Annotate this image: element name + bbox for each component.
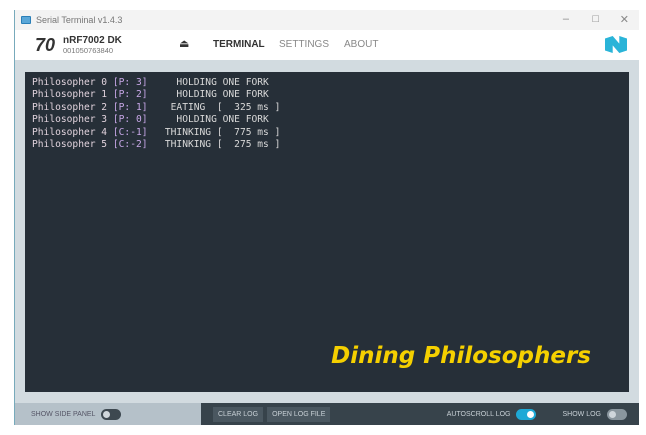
terminal-line-name: Philosopher 4 bbox=[32, 126, 108, 138]
close-button[interactable]: ✕ bbox=[620, 13, 629, 26]
tab-terminal[interactable]: TERMINAL bbox=[213, 39, 265, 50]
terminal-line-state: EATING [ 325 ms ] bbox=[153, 101, 281, 113]
maximize-button[interactable]: □ bbox=[592, 13, 599, 25]
show-side-panel-toggle[interactable] bbox=[101, 408, 122, 420]
terminal-line-name: Philosopher 1 bbox=[32, 89, 108, 101]
app-header: 70 nRF7002 DK 001050763840 ⏏ TERMINAL SE… bbox=[15, 30, 639, 60]
autoscroll-log-toggle[interactable] bbox=[516, 408, 537, 420]
device-serial: 001050763840 bbox=[63, 46, 114, 55]
device-name: nRF7002 DK bbox=[63, 35, 122, 46]
terminal-line: Philosopher 2 [P: 1] EATING [ 325 ms ] bbox=[32, 102, 622, 114]
tab-settings[interactable]: SETTINGS bbox=[279, 39, 329, 50]
terminal-line-tag: [P: 0] bbox=[112, 114, 148, 126]
terminal-line-state: THINKING [ 775 ms ] bbox=[153, 126, 281, 138]
terminal-line-name: Philosopher 2 bbox=[32, 101, 108, 113]
device-logo: 70 bbox=[35, 35, 56, 55]
autoscroll-log-label: Autoscroll log bbox=[446, 410, 511, 418]
terminal-line-tag: [C:-2] bbox=[112, 139, 148, 151]
show-log-toggle[interactable] bbox=[607, 408, 627, 420]
terminal-line-name: Philosopher 3 bbox=[32, 114, 108, 126]
terminal-line: Philosopher 5 [C:-2] THINKING [ 275 ms ] bbox=[32, 139, 622, 151]
terminal-line-state: HOLDING ONE FORK bbox=[153, 77, 269, 88]
main-area: Philosopher 0 [P: 3] HOLDING ONE FORK Phi… bbox=[15, 60, 639, 403]
eject-icon[interactable]: ⏏ bbox=[179, 37, 189, 50]
bottom-bar: Show side panel Clear log Open log file … bbox=[15, 403, 639, 425]
show-log-label: Show log bbox=[562, 410, 601, 418]
minimize-button[interactable]: – bbox=[563, 13, 569, 25]
show-side-panel-label: Show side panel bbox=[31, 410, 96, 418]
terminal-line-tag: [P: 3] bbox=[112, 77, 148, 88]
terminal-line-state: HOLDING ONE FORK bbox=[153, 89, 269, 101]
app-window: Serial Terminal v1.4.3 – □ ✕ 70 nRF7002 … bbox=[14, 10, 639, 425]
nordic-logo-icon bbox=[605, 36, 627, 53]
app-icon bbox=[21, 16, 31, 24]
clear-log-button[interactable]: Clear log bbox=[213, 406, 264, 422]
terminal-line-tag: [C:-1] bbox=[112, 126, 148, 138]
terminal-line: Philosopher 4 [C:-1] THINKING [ 775 ms ] bbox=[32, 127, 622, 139]
terminal-line: Philosopher 0 [P: 3] HOLDING ONE FORK bbox=[32, 77, 622, 89]
title-bar: Serial Terminal v1.4.3 – □ ✕ bbox=[15, 10, 639, 30]
terminal-line: Philosopher 1 [P: 2] HOLDING ONE FORK bbox=[32, 89, 622, 101]
terminal-line: Philosopher 3 [P: 0] HOLDING ONE FORK bbox=[32, 114, 622, 126]
window-title: Serial Terminal v1.4.3 bbox=[36, 15, 123, 25]
tab-about[interactable]: ABOUT bbox=[344, 39, 378, 50]
terminal-line-tag: [P: 1] bbox=[112, 101, 148, 113]
terminal-line-state: THINKING [ 275 ms ] bbox=[153, 139, 281, 151]
video-overlay-title: Dining Philosophers bbox=[331, 343, 591, 369]
terminal-line-tag: [P: 2] bbox=[112, 89, 148, 101]
open-log-file-button[interactable]: Open log file bbox=[267, 406, 331, 422]
terminal-line-name: Philosopher 5 bbox=[32, 139, 108, 151]
terminal-line-state: HOLDING ONE FORK bbox=[153, 114, 269, 126]
terminal-line-name: Philosopher 0 bbox=[32, 77, 108, 88]
device-selector[interactable]: nRF7002 DK 001050763840 bbox=[63, 35, 122, 55]
